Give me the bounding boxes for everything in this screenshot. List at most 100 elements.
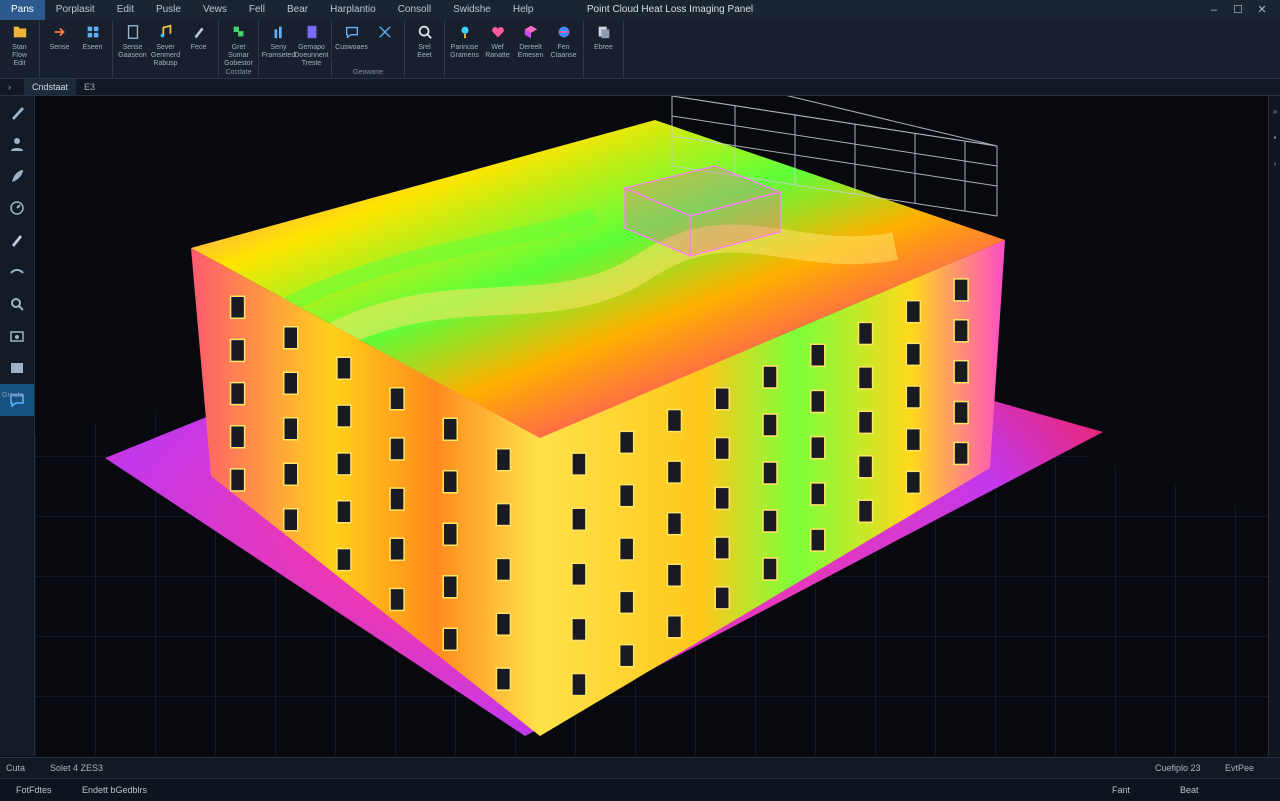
tool-brush[interactable] — [0, 224, 34, 256]
bars-icon — [274, 26, 282, 39]
window — [336, 356, 352, 380]
right-panel-strip: » ▪ › — [1268, 96, 1280, 756]
window — [283, 508, 299, 532]
window — [442, 627, 458, 651]
ribbon-button-6-0[interactable]: Srel Eeet — [408, 20, 441, 78]
tab-menu-icon[interactable]: › — [0, 79, 24, 95]
ribbon-group-1: Sense Eseen — [40, 20, 113, 78]
viewport-canvas[interactable] — [35, 96, 1268, 756]
menu-bear[interactable]: Bear — [276, 0, 319, 20]
window — [571, 617, 587, 642]
menu-vews[interactable]: Vews — [192, 0, 238, 20]
ribbon-button-7-1[interactable]: Wef Ranatte — [481, 20, 514, 78]
ribbon-button-4-1[interactable]: Gemapo Doeunnent Treste — [294, 20, 329, 78]
window — [336, 404, 352, 428]
ribbon-button-label: Eseen — [82, 44, 103, 51]
panel-toggle-icon[interactable]: » — [1269, 102, 1280, 122]
ribbon-button-2-0[interactable]: Sense Gaaseon — [116, 20, 149, 78]
heart-icon — [491, 27, 504, 38]
menu-edit[interactable]: Edit — [106, 0, 145, 20]
window — [442, 470, 458, 494]
ribbon-button-label: Wef Ranatte — [485, 44, 510, 59]
menu-porplasit[interactable]: Porplasit — [45, 0, 106, 20]
ribbon-button-0-0[interactable]: Stan Flow Edit — [3, 20, 36, 78]
tab-cndstaat[interactable]: Cndstaat — [24, 79, 77, 95]
window — [666, 563, 683, 587]
window — [495, 612, 512, 636]
window — [905, 299, 922, 324]
status-left: Cuta — [6, 763, 26, 773]
maximize-icon[interactable]: ☐ — [1226, 0, 1250, 20]
window — [714, 387, 730, 411]
window — [857, 366, 874, 390]
window — [905, 427, 922, 452]
tool-chat[interactable] — [0, 384, 34, 416]
ribbon-group-4: Seny Framseted Gemapo Doeunnent Treste — [259, 20, 332, 78]
bottom-right-label[interactable]: Fant — [1112, 779, 1130, 801]
window — [857, 455, 874, 479]
window — [714, 586, 730, 610]
window — [666, 511, 683, 536]
tab-e3[interactable]: E3 — [76, 79, 103, 95]
pin-icon — [460, 26, 469, 39]
bottom-bar: FotFdtes Endett bGedblrs Fant Beat — [0, 778, 1280, 801]
tool-feather[interactable] — [0, 160, 34, 192]
minimize-icon[interactable]: – — [1202, 0, 1226, 20]
ribbon-button-label: Dereelt Emesen — [517, 44, 544, 59]
3d-viewport[interactable] — [35, 96, 1268, 756]
tool-gauge[interactable] — [0, 192, 34, 224]
document-icon — [307, 25, 316, 39]
menu-harplantio[interactable]: Harplantio — [319, 0, 387, 20]
menu-help[interactable]: Help — [502, 0, 545, 20]
leaf-icon — [233, 26, 243, 37]
menu-pusle[interactable]: Pusle — [145, 0, 192, 20]
window — [905, 385, 922, 409]
menu-fell[interactable]: Fell — [238, 0, 276, 20]
window — [283, 462, 299, 486]
window — [336, 547, 352, 572]
window — [714, 436, 730, 461]
ribbon-button-label: Cuswoaes — [335, 44, 368, 51]
window — [857, 410, 874, 435]
ribbon-button-2-2[interactable]: Fece — [182, 20, 215, 78]
tool-camera[interactable] — [0, 320, 34, 352]
ribbon-button-1-0[interactable]: Sense — [43, 20, 76, 78]
menu-consoll[interactable]: Consoll — [387, 0, 442, 20]
ribbon-button-7-2[interactable]: Dereelt Emesen — [514, 20, 547, 78]
ribbon-button-7-0[interactable]: Parinuse Gramens — [448, 20, 481, 78]
window — [495, 448, 512, 472]
ribbon-group-label: Geowane — [353, 69, 383, 76]
bottom-tab-fotfdtes[interactable]: FotFdtes — [16, 779, 52, 801]
window — [618, 483, 635, 508]
window — [571, 507, 587, 531]
window — [336, 452, 352, 476]
ribbon-button-7-3[interactable]: Fen Ctaanse — [547, 20, 580, 78]
tool-magnify[interactable] — [0, 288, 34, 320]
bottom-right2-label[interactable]: Beat — [1180, 779, 1199, 801]
window — [389, 437, 405, 461]
ribbon-button-2-1[interactable]: Sever Genmerd Rabusp — [149, 20, 182, 78]
tool-pen[interactable] — [0, 96, 34, 128]
ribbon-button-4-0[interactable]: Seny Framseted — [262, 20, 295, 78]
chat-icon — [345, 26, 358, 39]
menu-pans[interactable]: Pans — [0, 0, 45, 20]
tool-layers[interactable] — [0, 352, 34, 384]
ribbon-toolbar: Stan Flow Edit Sense Eseen Sense Gaaseon Sever G… — [0, 20, 1280, 79]
tool-person[interactable] — [0, 128, 34, 160]
menu-swidshe[interactable]: Swidshe — [442, 0, 502, 20]
ribbon-group-0: Stan Flow Edit — [0, 20, 40, 78]
ribbon-group-2: Sense Gaaseon Sever Genmerd Rabusp Fece — [113, 20, 219, 78]
ribbon-button-8-0[interactable]: Ebree — [587, 20, 620, 78]
window — [283, 326, 299, 350]
window — [810, 482, 826, 506]
ribbon-button-label: Seny Framseted — [261, 44, 296, 59]
bottom-tab-endett[interactable]: Endett bGedblrs — [82, 779, 147, 801]
camera-icon — [10, 331, 24, 342]
document-tabs: › Cndstaat E3 — [0, 79, 1280, 96]
panel-pin-icon[interactable]: ▪ — [1269, 128, 1280, 148]
tool-link[interactable] — [0, 256, 34, 288]
close-icon[interactable]: ✕ — [1250, 0, 1274, 20]
ribbon-button-1-1[interactable]: Eseen — [76, 20, 109, 78]
panel-more-icon[interactable]: › — [1269, 154, 1280, 174]
window — [618, 643, 635, 668]
